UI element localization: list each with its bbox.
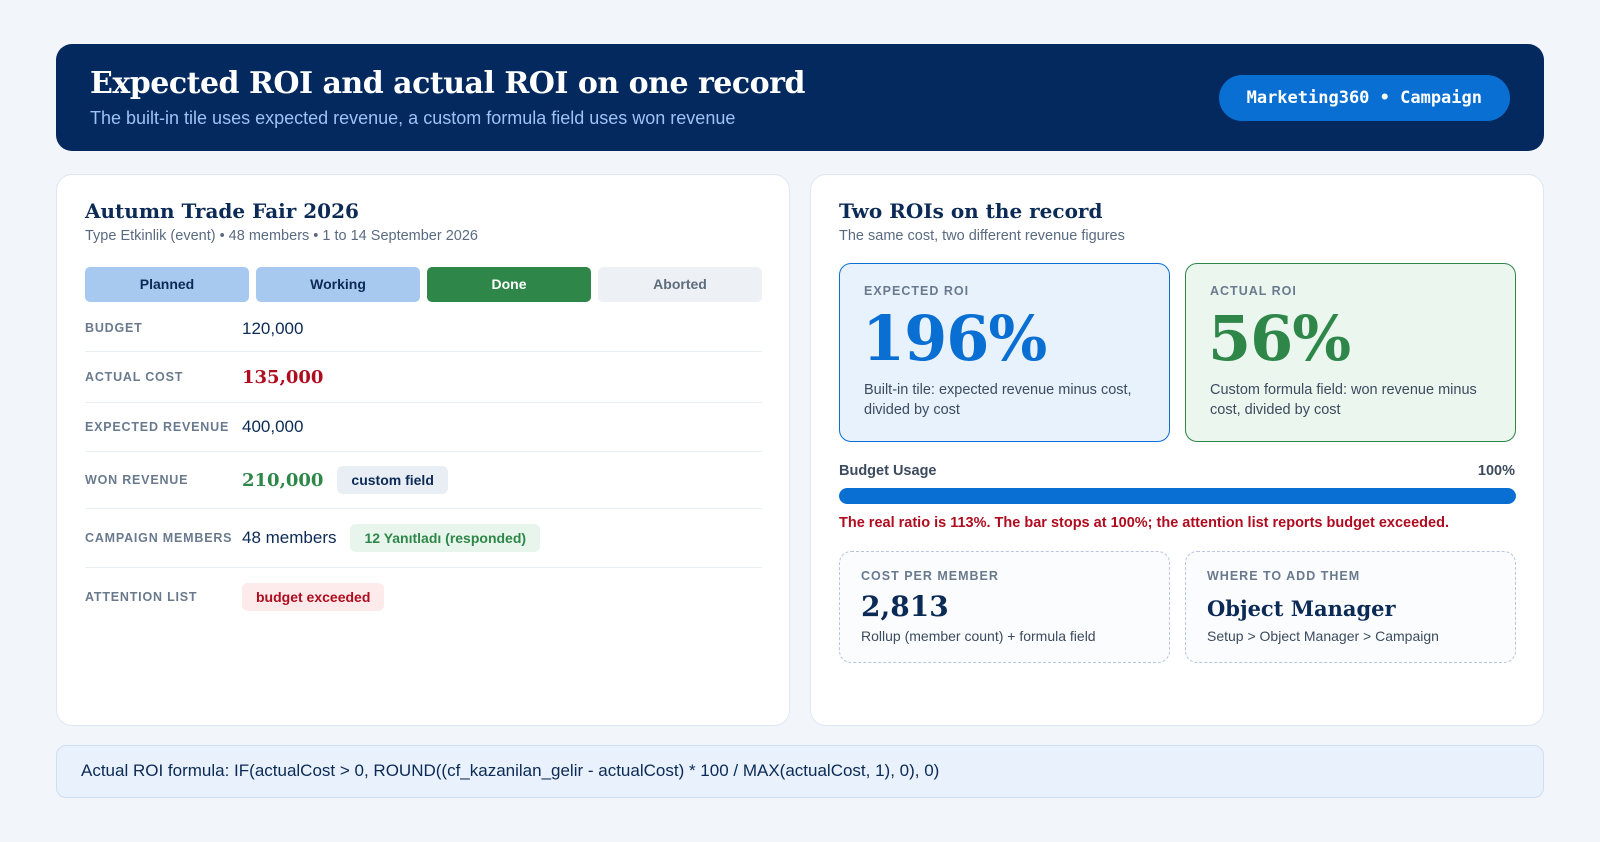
field-row-members: CAMPAIGN MEMBERS 48 members 12 Yanıtladı… <box>85 509 762 568</box>
custom-field-badge: custom field <box>337 466 448 494</box>
status-path: Planned Working Done Aborted <box>85 267 762 302</box>
roi-subtitle: The same cost, two different revenue fig… <box>839 228 1125 244</box>
app-context-badge: Marketing360 • Campaign <box>1218 75 1510 121</box>
formula-text: Actual ROI formula: IF(actualCost > 0, R… <box>81 761 940 780</box>
where-to-add-tile: WHERE TO ADD THEM Object Manager Setup >… <box>1185 551 1516 663</box>
cost-per-member-description: Rollup (member count) + formula field <box>861 628 1096 644</box>
expected-roi-tile: EXPECTED ROI 196% Built-in tile: expecte… <box>839 263 1170 442</box>
stage-working[interactable]: Working <box>256 267 420 302</box>
actual-roi-value: 56% <box>1208 302 1351 375</box>
expected-roi-value: 196% <box>862 302 1047 375</box>
budget-value: 120,000 <box>242 318 304 338</box>
stage-planned[interactable]: Planned <box>85 267 249 302</box>
expected-roi-description: Built-in tile: expected revenue minus co… <box>864 382 1132 418</box>
budget-exceeded-badge: budget exceeded <box>242 583 385 611</box>
roi-title: Two ROIs on the record <box>839 199 1103 223</box>
budget-usage-note: The real ratio is 113%. The bar stops at… <box>839 515 1449 531</box>
field-row-budget: BUDGET 120,000 <box>85 306 762 352</box>
budget-usage-bar <box>839 488 1516 504</box>
members-value: 48 members <box>242 528 337 547</box>
responded-badge: 12 Yanıtladı (responded) <box>350 524 541 552</box>
budget-usage-percent: 100% <box>1477 463 1515 479</box>
formula-footer: Actual ROI formula: IF(actualCost > 0, R… <box>56 745 1544 798</box>
actual-roi-label: ACTUAL ROI <box>1210 284 1297 298</box>
cost-per-member-tile: COST PER MEMBER 2,813 Rollup (member cou… <box>839 551 1170 663</box>
won-revenue-value: 210,000 <box>242 469 324 491</box>
expected-revenue-value: 400,000 <box>242 417 304 436</box>
campaign-record-card: Autumn Trade Fair 2026 Type Etkinlik (ev… <box>56 174 790 726</box>
field-label: WON REVENUE <box>85 472 189 487</box>
field-row-expected-revenue: EXPECTED REVENUE 400,000 <box>85 403 762 452</box>
actual-roi-description: Custom formula field: won revenue minus … <box>1210 382 1477 418</box>
stage-done[interactable]: Done <box>427 267 591 302</box>
where-to-add-path: Setup > Object Manager > Campaign <box>1207 628 1439 644</box>
field-row-won-revenue: WON REVENUE 210,000 custom field <box>85 452 762 509</box>
field-label: EXPECTED REVENUE <box>85 419 230 434</box>
field-label: ATTENTION LIST <box>85 589 198 604</box>
roi-card: Two ROIs on the record The same cost, tw… <box>810 174 1544 726</box>
actual-roi-tile: ACTUAL ROI 56% Custom formula field: won… <box>1185 263 1516 442</box>
field-row-actual-cost: ACTUAL COST 135,000 <box>85 352 762 403</box>
campaign-meta: Type Etkinlik (event) • 48 members • 1 t… <box>85 228 478 244</box>
cost-per-member-label: COST PER MEMBER <box>861 569 999 583</box>
where-to-add-value: Object Manager <box>1207 596 1396 621</box>
stage-aborted[interactable]: Aborted <box>598 267 762 302</box>
field-label: BUDGET <box>85 321 143 335</box>
page-subtitle: The built-in tile uses expected revenue,… <box>90 108 736 128</box>
budget-usage-fill <box>839 488 1516 504</box>
cost-per-member-value: 2,813 <box>861 590 949 623</box>
where-to-add-label: WHERE TO ADD THEM <box>1207 569 1361 583</box>
field-label: CAMPAIGN MEMBERS <box>85 530 233 545</box>
campaign-title: Autumn Trade Fair 2026 <box>85 199 359 223</box>
budget-usage-label: Budget Usage <box>839 463 937 479</box>
actual-cost-value: 135,000 <box>242 366 324 388</box>
field-row-attention: ATTENTION LIST budget exceeded <box>85 568 762 626</box>
field-label: ACTUAL COST <box>85 369 184 384</box>
page-header: Expected ROI and actual ROI on one recor… <box>56 44 1544 151</box>
page-title: Expected ROI and actual ROI on one recor… <box>90 66 805 101</box>
expected-roi-label: EXPECTED ROI <box>864 284 970 298</box>
